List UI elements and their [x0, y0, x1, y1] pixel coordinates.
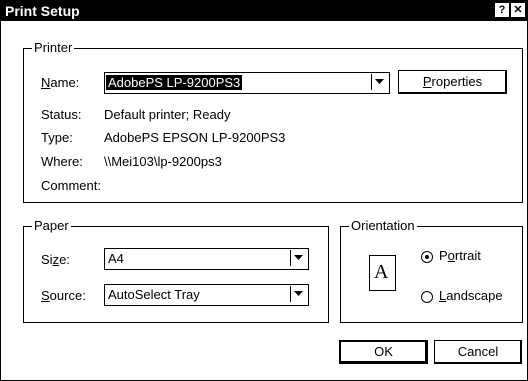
printer-name-dropdown-arrow[interactable] — [371, 74, 388, 90]
where-value: \\Mei103\lp-9200ps3 — [104, 154, 222, 169]
orientation-group: Orientation — [340, 218, 523, 323]
title-bar[interactable]: Print Setup ? ✕ — [1, 1, 527, 21]
chevron-down-icon — [294, 291, 303, 296]
window-title: Print Setup — [5, 3, 80, 19]
printer-name-select[interactable]: AdobePS LP-9200PS3 — [104, 72, 390, 94]
type-value: AdobePS EPSON LP-9200PS3 — [104, 130, 286, 145]
help-button[interactable]: ? — [495, 3, 509, 17]
paper-group-legend: Paper — [32, 218, 71, 233]
print-setup-dialog: Print Setup ? ✕ Printer Name: AdobePS LP… — [0, 0, 528, 381]
paper-size-select[interactable]: A4 — [104, 248, 309, 270]
source-label: Source: — [41, 288, 86, 303]
chevron-down-icon — [375, 79, 384, 84]
status-value: Default printer; Ready — [104, 107, 231, 122]
status-label: Status: — [41, 107, 82, 122]
paper-source-dropdown-arrow[interactable] — [290, 286, 307, 302]
chevron-down-icon — [294, 255, 303, 260]
type-label: Type: — [41, 130, 73, 145]
where-label: Where: — [41, 154, 83, 169]
portrait-page-icon: A — [369, 255, 396, 291]
landscape-radio[interactable] — [421, 291, 433, 303]
printer-name-value: AdobePS LP-9200PS3 — [106, 75, 243, 90]
comment-label: Comment: — [41, 178, 101, 193]
printer-group-legend: Printer — [32, 40, 75, 55]
portrait-radio[interactable] — [421, 251, 433, 263]
size-label: Size: — [41, 252, 70, 267]
close-button[interactable]: ✕ — [511, 3, 525, 17]
paper-size-value: A4 — [108, 251, 124, 266]
name-label: Name: — [41, 75, 80, 90]
cancel-button[interactable]: Cancel — [434, 340, 522, 364]
ok-button[interactable]: OK — [339, 340, 428, 364]
paper-size-dropdown-arrow[interactable] — [290, 250, 307, 266]
paper-group: Paper — [23, 218, 329, 323]
landscape-label[interactable]: Landscape — [439, 288, 503, 303]
portrait-label[interactable]: Portrait — [439, 248, 481, 263]
properties-button[interactable]: Properties — [398, 70, 507, 94]
orientation-group-legend: Orientation — [349, 218, 417, 233]
paper-source-select[interactable]: AutoSelect Tray — [104, 284, 309, 306]
paper-source-value: AutoSelect Tray — [108, 287, 200, 302]
